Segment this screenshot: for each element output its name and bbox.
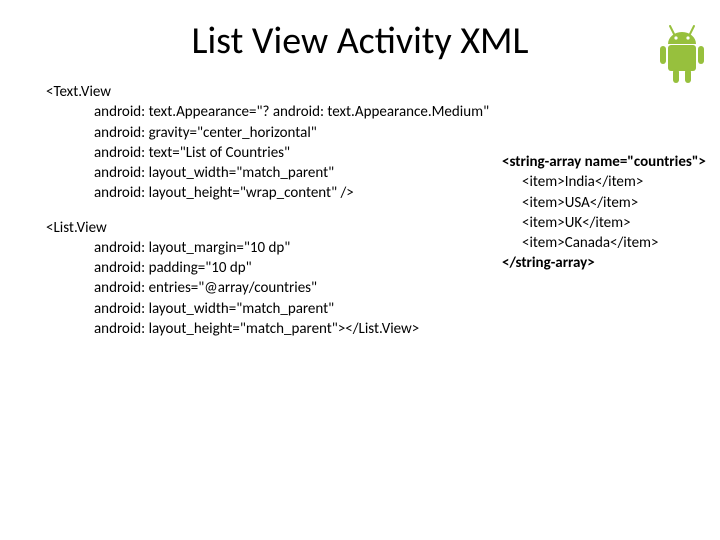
slide-body: <Text.View android: text.Appearance="? a…: [46, 82, 674, 339]
code-line: android: padding="10 dp": [94, 258, 446, 278]
string-array-items: <item>India</item> <item>USA</item> <ite…: [522, 172, 720, 253]
code-line: android: text.Appearance="? android: tex…: [94, 102, 446, 122]
code-line: android: layout_width="match_parent": [94, 299, 446, 319]
android-logo-icon: [654, 24, 710, 90]
string-array-open: <string-array name="countries">: [502, 152, 720, 172]
code-line: android: gravity="center_horizontal": [94, 123, 446, 143]
code-line: android: layout_margin="10 dp": [94, 238, 446, 258]
code-line: android: layout_height="match_parent"></…: [94, 319, 446, 339]
code-line: android: entries="@array/countries": [94, 278, 446, 298]
textview-open-tag: <Text.View: [46, 82, 446, 102]
string-array-xml: <string-array name="countries"> <item>In…: [502, 152, 720, 274]
code-line: <item>India</item>: [522, 172, 720, 192]
layout-xml-code: <Text.View android: text.Appearance="? a…: [46, 82, 446, 339]
listview-attrs: android: layout_margin="10 dp" android: …: [94, 238, 446, 339]
textview-attrs: android: text.Appearance="? android: tex…: [94, 102, 446, 203]
code-line: android: layout_height="wrap_content" />: [94, 183, 446, 203]
code-line: <item>USA</item>: [522, 193, 720, 213]
string-array-close: </string-array>: [502, 253, 720, 273]
code-line: <item>UK</item>: [522, 213, 720, 233]
listview-open-tag: <List.View: [46, 218, 446, 238]
code-line: android: layout_width="match_parent": [94, 163, 446, 183]
code-line: <item>Canada</item>: [522, 233, 720, 253]
code-line: android: text="List of Countries": [94, 143, 446, 163]
slide-title: List View Activity XML: [0, 18, 720, 64]
